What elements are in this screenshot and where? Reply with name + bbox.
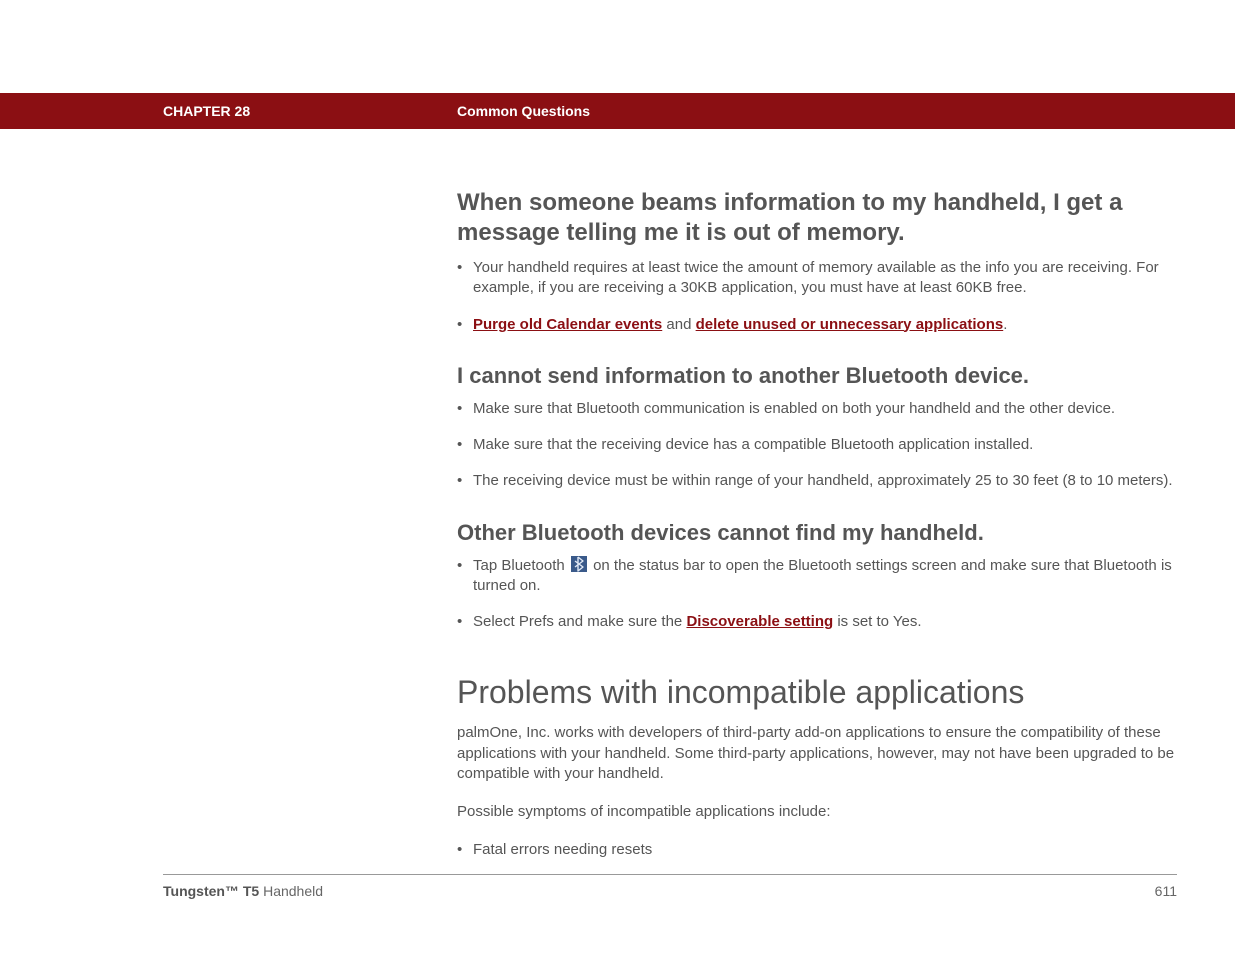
list-item: The receiving device must be within rang… xyxy=(457,471,1177,491)
text: and xyxy=(662,316,695,333)
link-purge-calendar[interactable]: Purge old Calendar events xyxy=(473,316,662,333)
page-number: 611 xyxy=(1155,883,1177,899)
product-name-tail: Handheld xyxy=(259,883,323,899)
chapter-header-bar: CHAPTER 28 Common Questions xyxy=(0,93,1235,129)
link-discoverable-setting[interactable]: Discoverable setting xyxy=(686,613,833,630)
chapter-header-inner: CHAPTER 28 Common Questions xyxy=(0,93,1177,129)
send-bluetooth-bullets: Make sure that Bluetooth communication i… xyxy=(457,399,1177,492)
list-item: Your handheld requires at least twice th… xyxy=(457,258,1177,299)
incompatible-bullets: Fatal errors needing resets xyxy=(457,840,1177,860)
page-content: When someone beams information to my han… xyxy=(457,188,1177,877)
body-paragraph: palmOne, Inc. works with developers of t… xyxy=(457,723,1177,784)
find-handheld-bullets: Tap Bluetooth on the status bar to open … xyxy=(457,556,1177,633)
link-delete-applications[interactable]: delete unused or unnecessary application… xyxy=(696,316,1004,333)
list-item: Fatal errors needing resets xyxy=(457,840,1177,860)
question-heading-send-bluetooth: I cannot send information to another Blu… xyxy=(457,363,1177,389)
product-name-bold: Tungsten™ T5 xyxy=(163,883,259,899)
page-footer: Tungsten™ T5 Handheld 611 xyxy=(163,874,1177,899)
section-heading-incompatible-apps: Problems with incompatible applications xyxy=(457,674,1177,711)
memory-bullets: Your handheld requires at least twice th… xyxy=(457,258,1177,335)
section-label: Common Questions xyxy=(457,103,590,119)
question-heading-memory: When someone beams information to my han… xyxy=(457,188,1177,248)
text: . xyxy=(1003,316,1007,333)
text: is set to Yes. xyxy=(833,613,921,630)
list-item: Purge old Calendar events and delete unu… xyxy=(457,315,1177,335)
body-paragraph: Possible symptoms of incompatible applic… xyxy=(457,802,1177,822)
bluetooth-icon xyxy=(571,556,587,572)
product-name: Tungsten™ T5 Handheld xyxy=(163,883,323,899)
list-item: Select Prefs and make sure the Discovera… xyxy=(457,612,1177,632)
text: Tap Bluetooth xyxy=(473,557,569,574)
list-item: Make sure that Bluetooth communication i… xyxy=(457,399,1177,419)
text: Select Prefs and make sure the xyxy=(473,613,686,630)
list-item: Make sure that the receiving device has … xyxy=(457,435,1177,455)
list-item: Tap Bluetooth on the status bar to open … xyxy=(457,556,1177,597)
chapter-label: CHAPTER 28 xyxy=(163,103,250,119)
question-heading-find-handheld: Other Bluetooth devices cannot find my h… xyxy=(457,520,1177,546)
